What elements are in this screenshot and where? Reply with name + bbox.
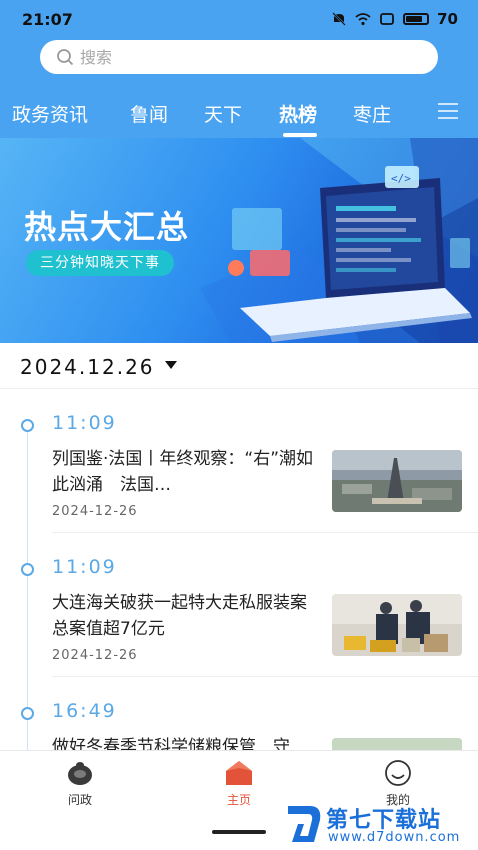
home-indicator bbox=[212, 830, 266, 834]
mute-icon bbox=[332, 12, 346, 26]
tab-zaozhuang[interactable]: 枣庄 bbox=[353, 100, 391, 127]
watermark-logo-icon bbox=[288, 806, 321, 842]
active-tab-indicator bbox=[283, 133, 317, 137]
news-title: 列国鉴·法国丨年终观察：“右”潮如此汹涌 法国… bbox=[52, 449, 314, 495]
search-icon bbox=[57, 49, 74, 66]
search-bar[interactable] bbox=[40, 40, 438, 74]
tab-rebang[interactable]: 热榜 bbox=[279, 100, 317, 127]
date-selector[interactable]: 2024.12.26 bbox=[0, 343, 478, 389]
category-tabs: 政务资讯 鲁闻 天下 热榜 枣庄 bbox=[0, 92, 478, 136]
news-item[interactable]: 11:09 大连海关破获一起特大走私服装案 总案值超7亿元 2024-12-26 bbox=[0, 534, 478, 678]
news-thumbnail-paris bbox=[332, 450, 462, 512]
news-item[interactable]: 16:49 做好冬春季节科学储粮保管 守 bbox=[0, 678, 478, 750]
news-thumbnail-customs bbox=[332, 594, 462, 656]
selected-date: 2024.12.26 bbox=[20, 355, 155, 379]
news-item[interactable]: 11:09 列国鉴·法国丨年终观察：“右”潮如此汹涌 法国… 2024-12-2… bbox=[0, 390, 478, 534]
home-icon bbox=[226, 761, 252, 785]
nav-label: 问政 bbox=[67, 793, 92, 807]
battery-icon bbox=[403, 13, 430, 25]
timeline-dot-icon bbox=[21, 563, 34, 576]
news-title: 做好冬春季节科学储粮保管 守 bbox=[52, 737, 290, 750]
nav-label: 主页 bbox=[226, 793, 251, 807]
battery-level: 70 bbox=[437, 10, 458, 28]
svg-text:</>: </> bbox=[391, 172, 411, 185]
banner-subtitle: 三分钟知晓天下事 bbox=[26, 250, 174, 276]
watermark: 第七下载站 www.d7down.com bbox=[282, 800, 478, 850]
news-date: 2024-12-26 bbox=[52, 504, 138, 519]
timeline-dot-icon bbox=[21, 419, 34, 432]
hot-summary-banner[interactable]: </> 热点大汇总 三分钟知晓天下事 bbox=[0, 138, 478, 343]
menu-icon[interactable] bbox=[438, 102, 458, 120]
news-date: 2024-12-26 bbox=[52, 648, 138, 663]
smile-icon bbox=[385, 760, 411, 786]
news-time: 11:09 bbox=[52, 412, 117, 434]
news-time: 16:49 bbox=[52, 700, 117, 722]
tab-zhengwu[interactable]: 政务资讯 bbox=[12, 100, 88, 127]
news-thumbnail-grain bbox=[332, 738, 462, 750]
tab-tianxia[interactable]: 天下 bbox=[204, 100, 242, 127]
status-bar: 21:07 70 bbox=[0, 0, 478, 38]
tab-luwen[interactable]: 鲁闻 bbox=[130, 100, 168, 127]
news-title: 大连海关破获一起特大走私服装案 总案值超7亿元 bbox=[52, 593, 314, 639]
nav-wenzheng[interactable]: 问政 bbox=[40, 759, 120, 808]
shell-icon bbox=[68, 762, 92, 785]
news-time: 11:09 bbox=[52, 556, 117, 578]
banner-title: 热点大汇总 bbox=[24, 208, 190, 246]
wifi-icon bbox=[355, 13, 371, 26]
watermark-url: www.d7down.com bbox=[328, 830, 461, 845]
status-time: 21:07 bbox=[22, 10, 73, 29]
news-timeline: 11:09 列国鉴·法国丨年终观察：“右”潮如此汹涌 法国… 2024-12-2… bbox=[0, 390, 478, 750]
timeline-dot-icon bbox=[21, 707, 34, 720]
search-input[interactable] bbox=[80, 47, 400, 67]
screen-icon bbox=[380, 13, 395, 25]
app-header: 21:07 70 政务资讯 鲁闻 天下 热榜 枣庄 bbox=[0, 0, 478, 138]
caret-down-icon bbox=[165, 361, 177, 369]
status-icons: 70 bbox=[331, 10, 458, 28]
nav-home[interactable]: 主页 bbox=[199, 759, 279, 808]
